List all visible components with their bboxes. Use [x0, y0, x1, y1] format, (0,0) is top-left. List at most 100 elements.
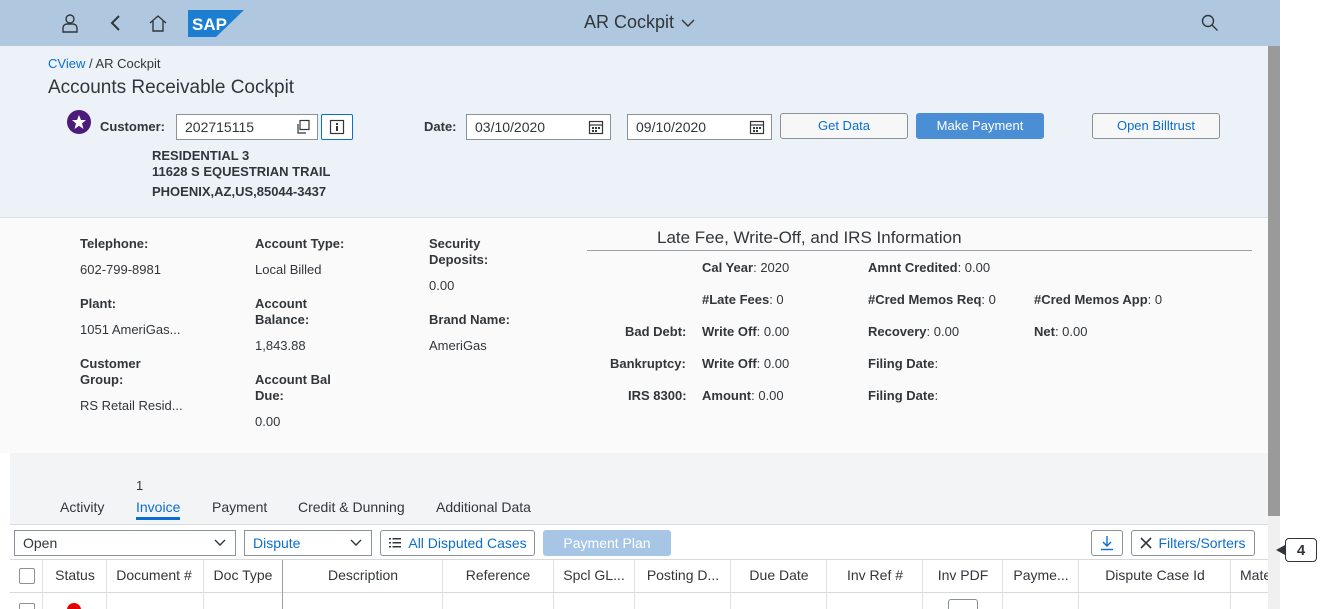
- chevron-down-icon: [214, 539, 226, 546]
- customer-address-line2: 11628 S EQUESTRIAN TRAIL: [152, 164, 331, 179]
- app-title[interactable]: AR Cockpit: [560, 12, 720, 33]
- cal-year-field: Cal Year: 2020: [702, 260, 789, 275]
- amnt-credited-field: Amnt Credited: 0.00: [868, 260, 990, 275]
- plant-value: 1051 AmeriGas...: [80, 322, 181, 337]
- home-icon[interactable]: [146, 11, 170, 35]
- user-icon[interactable]: [58, 11, 82, 35]
- breadcrumb-link-cview[interactable]: CView: [48, 56, 85, 71]
- inv-pdf-button[interactable]: [948, 599, 978, 609]
- status-select[interactable]: Open: [14, 530, 236, 556]
- customer-group-label-1: Customer: [80, 356, 141, 371]
- account-bal-due-label-2: Due:: [255, 388, 284, 403]
- sap-logo[interactable]: SAP: [188, 10, 244, 37]
- account-balance-value: 1,843.88: [255, 338, 306, 353]
- col-material[interactable]: Mate: [1240, 567, 1268, 583]
- tab-credit-dunning[interactable]: Credit & Dunning: [298, 499, 405, 515]
- all-disputed-cases-button[interactable]: All Disputed Cases: [380, 530, 535, 556]
- date-to-input[interactable]: 09/10/2020: [627, 114, 772, 140]
- recovery-value: : 0.00: [926, 324, 960, 339]
- breadcrumb: CView / AR Cockpit: [48, 56, 161, 71]
- filing-date-field-1: Filing Date:: [868, 356, 938, 371]
- customer-label: Customer:: [100, 119, 166, 134]
- amount-label: Amount: [702, 388, 752, 403]
- bad-debt-writeoff-value: : 0.00: [756, 324, 790, 339]
- dispute-select-value: Dispute: [253, 535, 301, 551]
- open-billtrust-button[interactable]: Open Billtrust: [1092, 113, 1220, 139]
- date-from-value: 03/10/2020: [475, 119, 546, 135]
- col-due-date[interactable]: Due Date: [732, 567, 826, 583]
- column-divider: [1002, 560, 1003, 609]
- col-inv-ref[interactable]: Inv Ref #: [828, 567, 922, 583]
- account-bal-due-value: 0.00: [255, 414, 281, 429]
- search-icon[interactable]: [1198, 11, 1222, 35]
- vertical-scrollbar[interactable]: [1268, 46, 1280, 609]
- select-all-checkbox[interactable]: [19, 568, 35, 584]
- cred-memos-app-label: #Cred Memos App: [1034, 292, 1148, 307]
- scrollbar-thumb[interactable]: [1268, 46, 1280, 516]
- brand-name-label: Brand Name:: [429, 312, 510, 327]
- tab-invoice[interactable]: Invoice: [136, 499, 181, 520]
- download-button[interactable]: [1091, 530, 1123, 556]
- filters-sorters-label: Filters/Sorters: [1158, 535, 1246, 551]
- date-from-input[interactable]: 03/10/2020: [466, 114, 611, 140]
- status-error-icon: [67, 603, 81, 609]
- filing-date-label-1: Filing Date: [868, 356, 935, 371]
- col-dispute-case-id[interactable]: Dispute Case Id: [1080, 567, 1230, 583]
- app-title-text: AR Cockpit: [583, 12, 675, 32]
- bankruptcy-writeoff-value: : 0.00: [756, 356, 790, 371]
- row-checkbox[interactable]: [19, 603, 35, 609]
- breadcrumb-separator: /: [85, 56, 96, 71]
- telephone-label: Telephone:: [80, 236, 149, 251]
- payment-plan-button[interactable]: Payment Plan: [543, 530, 671, 556]
- filing-date-value-2: :: [934, 388, 939, 403]
- date-label: Date:: [424, 119, 457, 134]
- col-inv-pdf[interactable]: Inv PDF: [924, 567, 1002, 583]
- account-bal-due-label-1: Account Bal: [255, 372, 331, 387]
- copy-icon[interactable]: [295, 119, 311, 135]
- tab-activity[interactable]: Activity: [60, 499, 104, 515]
- column-divider: [1078, 560, 1079, 609]
- shell-bar: SAP AR Cockpit: [0, 0, 1280, 46]
- amount-value: : 0.00: [751, 388, 784, 403]
- tab-payment[interactable]: Payment: [212, 499, 267, 515]
- get-data-button[interactable]: Get Data: [780, 113, 908, 139]
- make-payment-button[interactable]: Make Payment: [916, 113, 1044, 139]
- customer-input[interactable]: 202715115: [176, 114, 318, 140]
- calendar-icon[interactable]: [588, 119, 604, 135]
- favorite-star-icon[interactable]: [67, 110, 91, 134]
- col-spcl-gl[interactable]: Spcl GL...: [554, 567, 634, 583]
- col-description[interactable]: Description: [284, 567, 442, 583]
- col-doc-type[interactable]: Doc Type: [204, 567, 282, 583]
- account-type-value: Local Billed: [255, 262, 322, 277]
- amnt-credited-value: : 0.00: [957, 260, 991, 275]
- bad-debt-writeoff-label: Write Off: [702, 324, 757, 339]
- customer-address-line1: RESIDENTIAL 3: [152, 148, 250, 163]
- status-select-value: Open: [23, 535, 58, 551]
- col-reference[interactable]: Reference: [444, 567, 552, 583]
- dispute-select[interactable]: Dispute: [244, 530, 372, 556]
- security-deposits-label-1: Security: [429, 236, 481, 251]
- customer-group-value: RS Retail Resid...: [80, 398, 183, 413]
- late-fee-section-title: Late Fee, Write-Off, and IRS Information: [657, 228, 962, 247]
- tab-additional-data[interactable]: Additional Data: [436, 499, 531, 515]
- back-icon[interactable]: [104, 11, 128, 35]
- column-divider: [634, 560, 635, 609]
- cred-memos-req-label: #Cred Memos Req: [868, 292, 982, 307]
- download-icon: [1101, 536, 1113, 551]
- customer-group-label: Customer Group:: [80, 356, 141, 388]
- cal-year-value: : 2020: [753, 260, 790, 275]
- customer-group-label-2: Group:: [80, 372, 124, 387]
- filters-sorters-button[interactable]: Filters/Sorters: [1131, 530, 1255, 556]
- col-document-number[interactable]: Document #: [108, 567, 200, 583]
- brand-name-value: AmeriGas: [429, 338, 487, 353]
- customer-info-button[interactable]: [321, 114, 353, 140]
- cred-memos-req-value: : 0: [981, 292, 996, 307]
- calendar-icon[interactable]: [749, 119, 765, 135]
- column-divider: [730, 560, 731, 609]
- telephone-value: 602-799-8981: [80, 262, 161, 277]
- filing-date-label-2: Filing Date: [868, 388, 935, 403]
- security-deposits-label-2: Deposits:: [429, 252, 489, 267]
- col-status[interactable]: Status: [46, 567, 104, 583]
- col-posting-date[interactable]: Posting D...: [636, 567, 730, 583]
- col-payment[interactable]: Payme...: [1004, 567, 1078, 583]
